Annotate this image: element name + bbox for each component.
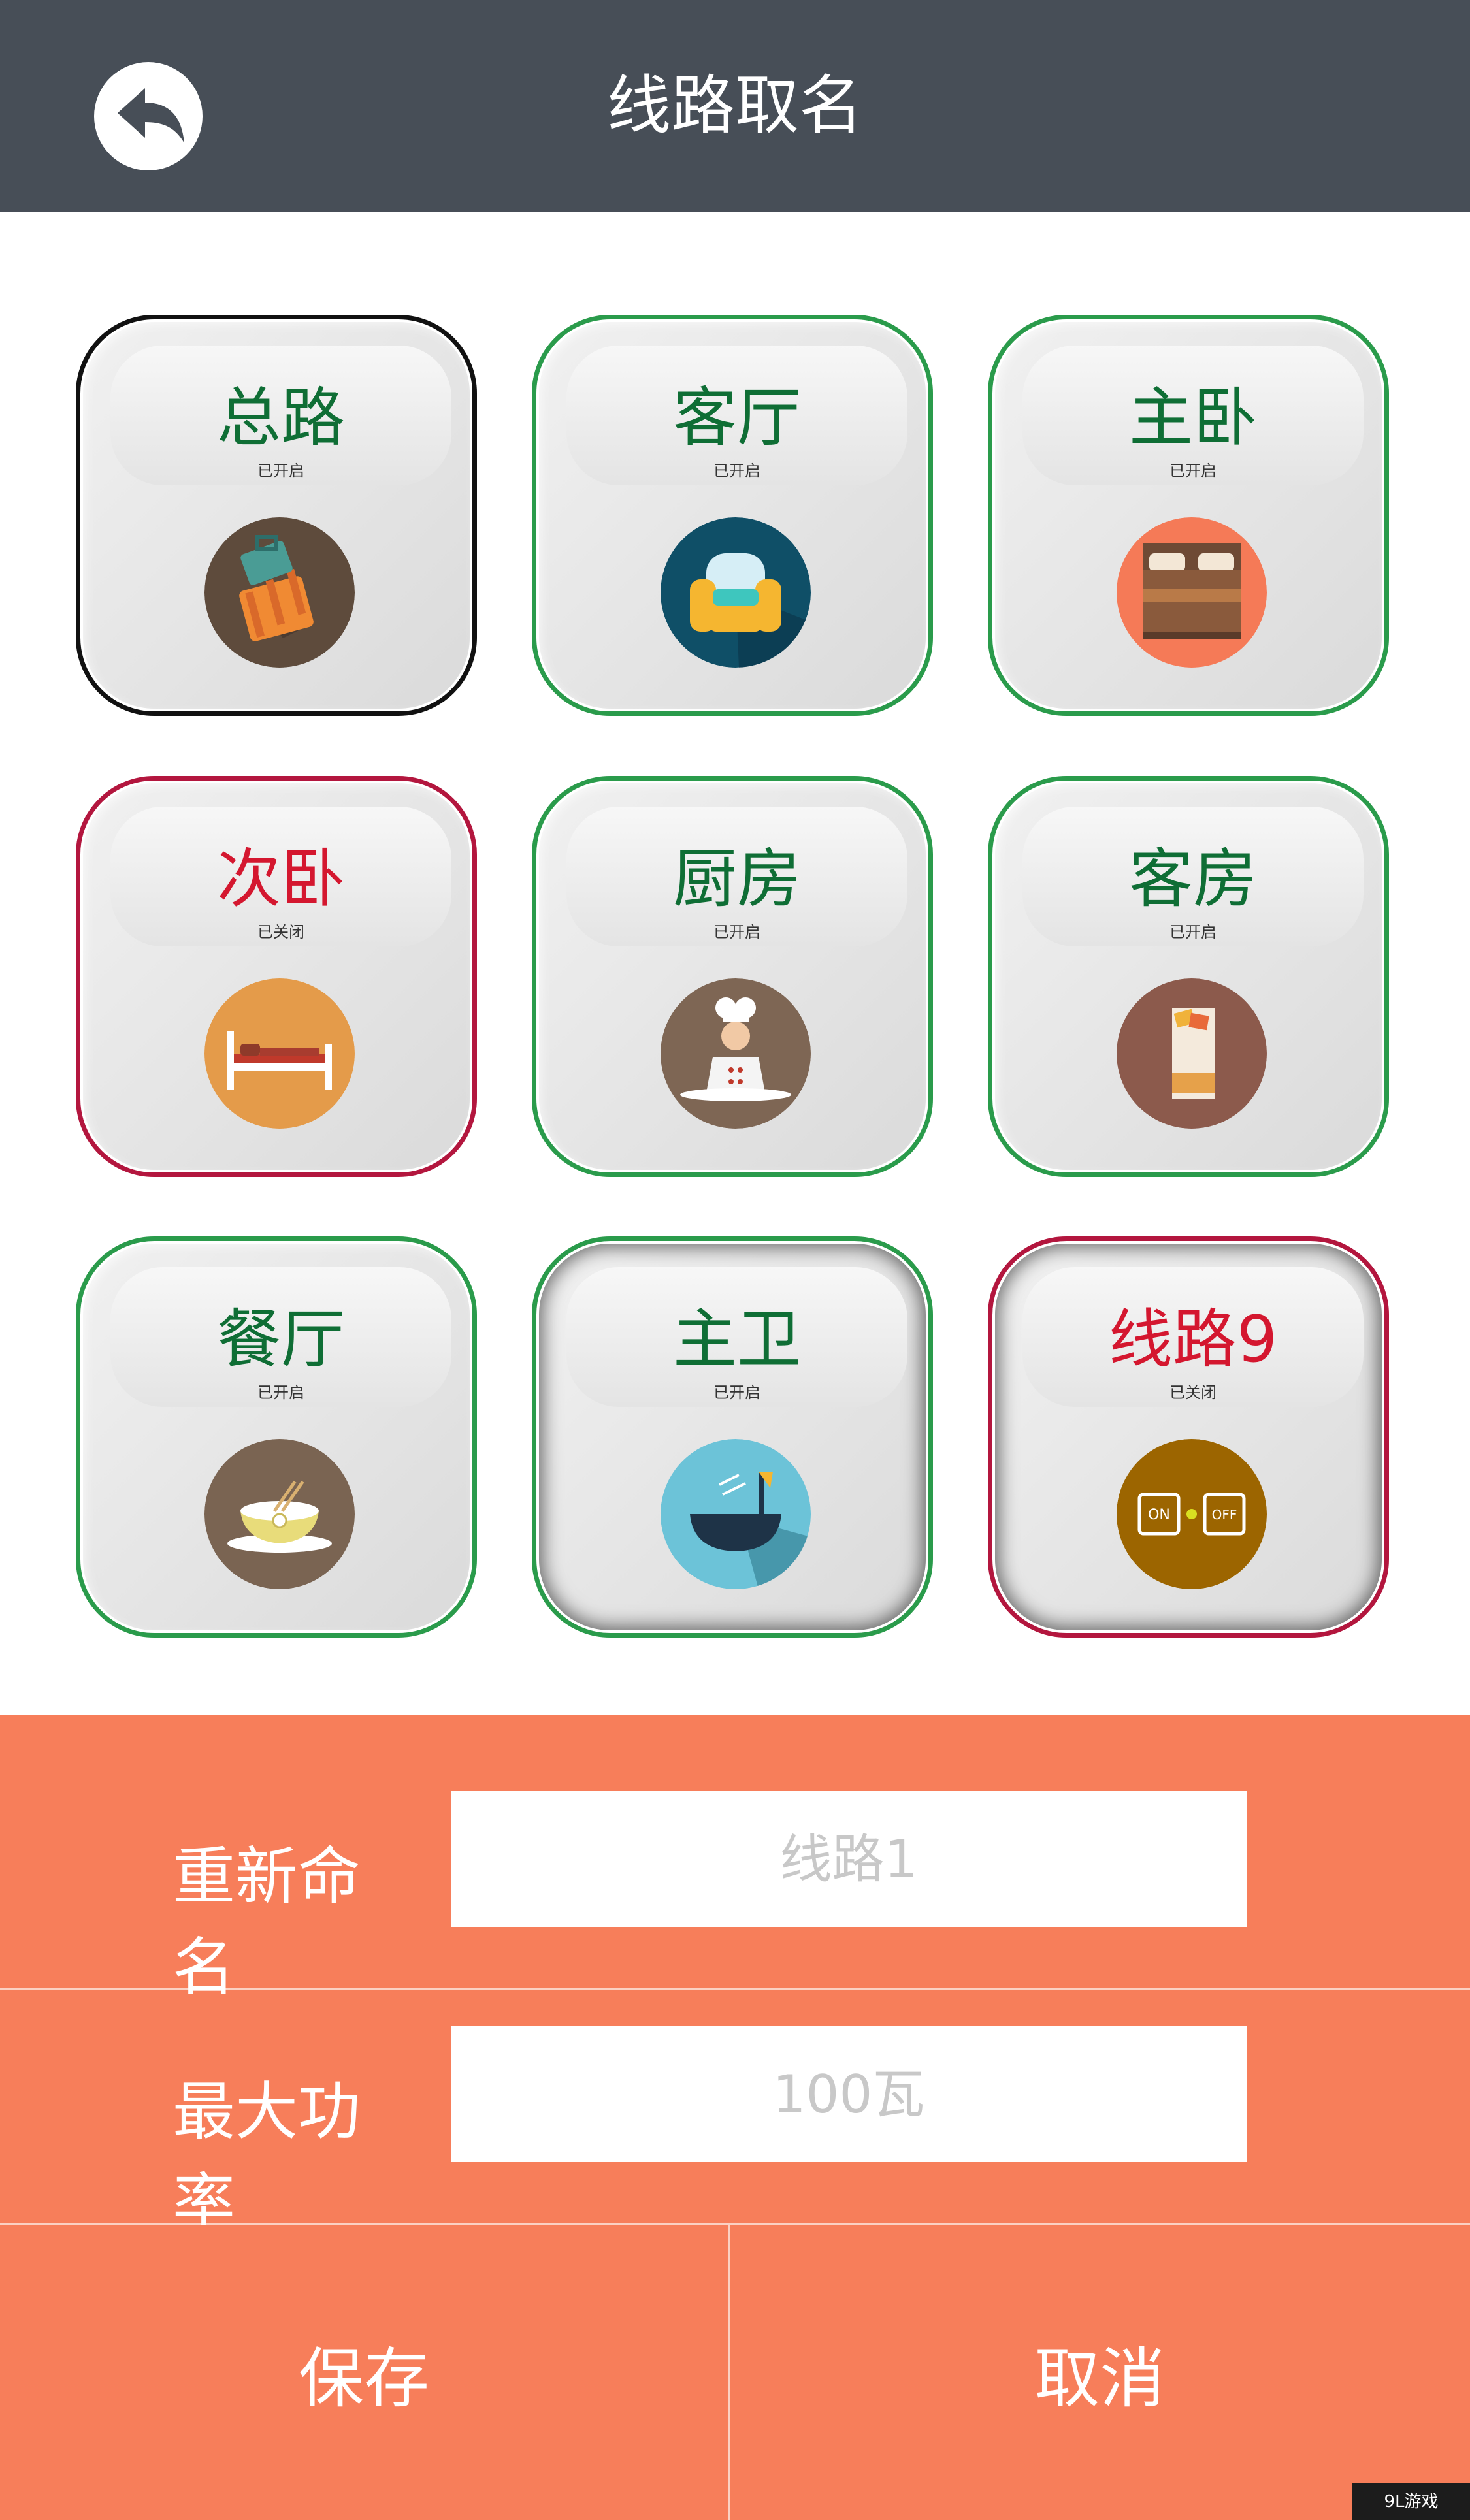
circuit-status: 已开启 (257, 462, 304, 480)
circuit-tile-7[interactable]: 餐厅 已开启 (76, 1236, 477, 1638)
circuit-tile-5[interactable]: 厨房 已开启 (532, 776, 933, 1177)
circuit-name: 主卫 (672, 1302, 801, 1377)
chef-icon (661, 978, 811, 1129)
luggage-icon (204, 517, 355, 668)
tile-label-box: 厨房 已开启 (566, 807, 907, 946)
rename-input[interactable] (451, 1791, 1247, 1927)
circuit-name: 客厅 (672, 381, 801, 455)
svg-text:OFF: OFF (1212, 1507, 1237, 1523)
circuit-status: 已开启 (713, 1383, 760, 1402)
tile-label-box: 餐厅 已开启 (110, 1267, 451, 1407)
circuit-tile-2[interactable]: 客厅 已开启 (532, 315, 933, 716)
circuit-name: 客房 (1128, 842, 1257, 916)
single-bed-icon (204, 978, 355, 1129)
max-power-input[interactable] (451, 2026, 1247, 2162)
tile-label-box: 次卧 已关闭 (110, 807, 451, 946)
circuit-tile-8[interactable]: 主卫 已开启 (532, 1236, 933, 1638)
page-title: 线路取名 (606, 69, 863, 143)
armchair-icon (661, 517, 811, 668)
tile-label-box: 线路9 已关闭 (1022, 1267, 1364, 1407)
rename-label: 重新命名 (172, 1840, 361, 2004)
circuit-name: 主卧 (1128, 381, 1257, 455)
circuit-status: 已开启 (1169, 462, 1217, 480)
guest-bed-icon (1117, 978, 1267, 1129)
rename-panel: 重新命名 最大功率 保存 取消 (0, 1715, 1470, 2520)
tile-label-box: 主卫 已开启 (566, 1267, 907, 1407)
tile-label-box: 总路 已开启 (110, 346, 451, 485)
save-button[interactable]: 保存 (0, 2225, 728, 2520)
circuit-name: 次卧 (216, 842, 345, 916)
circuit-name: 餐厅 (216, 1302, 345, 1377)
circuit-status: 已关闭 (257, 923, 304, 941)
watermark-logo: 9L游戏 (1352, 2483, 1470, 2520)
circuit-tile-1[interactable]: 总路 已开启 (76, 315, 477, 716)
circuit-tile-9[interactable]: 线路9 已关闭 ON OFF (988, 1236, 1389, 1638)
circuit-status: 已开启 (1169, 923, 1217, 941)
circuit-tile-4[interactable]: 次卧 已关闭 (76, 776, 477, 1177)
svg-text:ON: ON (1148, 1507, 1170, 1523)
circuit-status: 已开启 (257, 1383, 304, 1402)
rename-row: 重新命名 (0, 1715, 1470, 2004)
circuit-status: 已关闭 (1169, 1383, 1217, 1402)
circuit-status: 已开启 (713, 462, 760, 480)
on-off-switch-icon: ON OFF (1117, 1439, 1267, 1589)
circuit-status: 已开启 (713, 923, 760, 941)
circuit-name: 总路 (216, 381, 345, 455)
circuit-tile-6[interactable]: 客房 已开启 (988, 776, 1389, 1177)
double-bed-icon (1117, 517, 1267, 668)
rice-bowl-icon (204, 1439, 355, 1589)
tile-label-box: 客房 已开启 (1022, 807, 1364, 946)
tile-label-box: 客厅 已开启 (566, 346, 907, 485)
tile-label-box: 主卧 已开启 (1022, 346, 1364, 485)
header-bar: 线路取名 (0, 0, 1470, 212)
max-power-row: 最大功率 (0, 1990, 1470, 2239)
circuit-tile-3[interactable]: 主卧 已开启 (988, 315, 1389, 716)
max-power-label: 最大功率 (172, 2075, 361, 2239)
circuit-name: 线路9 (1108, 1302, 1278, 1377)
cancel-button[interactable]: 取消 (730, 2225, 1470, 2520)
bathtub-icon (661, 1439, 811, 1589)
circuit-name: 厨房 (672, 842, 801, 916)
